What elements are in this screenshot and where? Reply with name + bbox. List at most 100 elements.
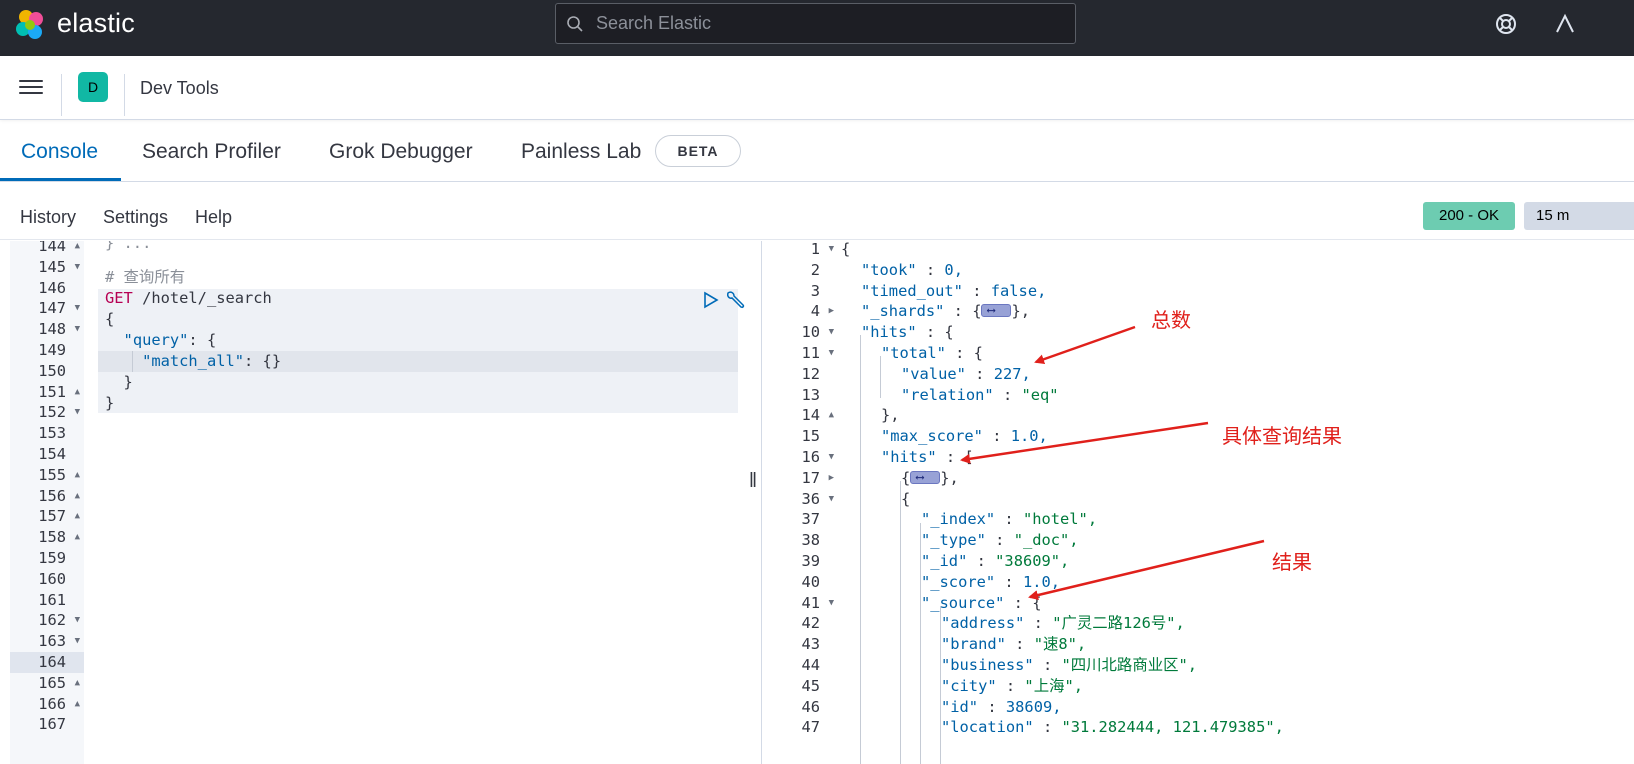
collapsed-fold-icon[interactable] <box>910 467 941 488</box>
console-toolbar: History Settings Help 200 - OK 15 m <box>0 182 1634 240</box>
fold-icon[interactable]: ▼ <box>829 241 834 260</box>
line-number: 40 <box>762 572 838 593</box>
settings-link[interactable]: Settings <box>103 207 168 228</box>
line-number: 154 <box>10 444 84 465</box>
beta-badge: BETA <box>655 135 741 167</box>
line-number-text: 11 <box>801 344 820 362</box>
json-key: "brand" <box>941 635 1006 654</box>
fold-icon[interactable]: ▼ <box>75 319 80 340</box>
line-number-text: 146 <box>38 278 66 297</box>
line-number-text: 39 <box>801 552 820 570</box>
fold-icon[interactable]: ▼ <box>829 343 834 364</box>
panel-resizer[interactable]: ‖ <box>748 470 758 500</box>
json-key: "id" <box>941 697 979 716</box>
fold-icon[interactable]: ▼ <box>75 257 80 278</box>
help-icon[interactable] <box>1494 12 1518 36</box>
fold-icon[interactable]: ▶ <box>829 301 834 322</box>
line-number-text: 151 <box>38 382 66 401</box>
line-number: 14 ▲ <box>762 405 838 426</box>
fold-icon[interactable]: ▲ <box>75 527 80 548</box>
fold-icon[interactable]: ▲ <box>75 241 80 257</box>
json-value: "速8", <box>1033 635 1087 654</box>
line-number: 13 <box>762 385 838 406</box>
json-value: "_doc", <box>1013 531 1079 550</box>
line-number-text: 166 <box>38 694 66 713</box>
line-number-text: 44 <box>801 656 820 674</box>
fold-icon[interactable]: ▼ <box>75 610 80 631</box>
fold-icon[interactable]: ▼ <box>829 593 834 614</box>
help-link[interactable]: Help <box>195 207 232 228</box>
json-line: }, <box>881 405 900 426</box>
line-number-text: 3 <box>810 281 820 300</box>
json-value: [ <box>964 448 974 466</box>
code-line: } <box>105 372 133 393</box>
json-key: "hits" <box>861 323 917 342</box>
fold-icon[interactable]: ▲ <box>829 405 834 426</box>
fold-icon[interactable]: ▲ <box>75 382 80 403</box>
json-key: "took" <box>861 260 917 279</box>
history-link[interactable]: History <box>20 207 76 228</box>
fold-icon[interactable]: ▼ <box>75 402 80 423</box>
json-key: "timed_out" <box>861 281 963 300</box>
tab-painless-lab[interactable]: Painless Lab <box>521 140 641 164</box>
fold-icon[interactable]: ▼ <box>75 298 80 319</box>
json-line: "value" : 227, <box>901 364 1031 385</box>
menu-toggle-button[interactable] <box>19 76 43 98</box>
json-punct: : <box>993 385 1022 404</box>
line-number: 150 <box>10 361 84 382</box>
line-number: 165 ▲ <box>10 673 84 694</box>
json-punct: : <box>962 281 991 300</box>
space-avatar[interactable]: D <box>78 72 108 102</box>
json-line: "_index" : "hotel", <box>921 509 1097 530</box>
run-request-icon[interactable] <box>703 291 719 309</box>
tab-grok-debugger[interactable]: Grok Debugger <box>329 140 473 164</box>
line-number: 42 <box>762 613 838 634</box>
breadcrumb-bar: D Dev Tools <box>0 56 1634 120</box>
fold-icon[interactable]: ▼ <box>75 631 80 652</box>
json-punct: : { <box>944 302 982 321</box>
json-line: "id" : 38609, <box>941 697 1062 718</box>
brace: } <box>123 373 133 391</box>
json-line: "brand" : "速8", <box>941 634 1086 655</box>
http-method: GET <box>105 289 133 307</box>
fold-icon[interactable]: ▶ <box>829 468 834 489</box>
fold-icon[interactable]: ▲ <box>75 465 80 486</box>
brace: } <box>105 394 115 412</box>
tab-console[interactable]: Console <box>21 140 98 164</box>
json-key: "_id" <box>921 552 968 570</box>
collapsed-fold-icon[interactable] <box>981 300 1012 321</box>
fold-icon[interactable]: ▼ <box>829 489 834 510</box>
json-punct: : { <box>916 323 954 342</box>
json-key: "max_score" <box>881 427 983 446</box>
json-line: "city" : "上海", <box>941 676 1083 697</box>
request-editor[interactable]: 144 ▲ 145 ▼ 146 147 ▼ 148 ▼ 149 150 151 ▲ 152 ▼ 153 154 1… <box>10 241 748 764</box>
json-line: "business" : "四川北路商业区", <box>941 655 1197 676</box>
annotation-result: 结果 <box>1272 550 1312 574</box>
fold-icon[interactable]: ▼ <box>829 322 834 343</box>
line-number: 39 <box>762 551 838 572</box>
fold-icon[interactable]: ▲ <box>75 506 80 527</box>
global-search[interactable] <box>555 3 1076 44</box>
hamburger-line <box>19 80 43 82</box>
elastic-logo-icon[interactable] <box>14 8 48 42</box>
line-number-text: 42 <box>801 614 820 633</box>
line-number: 38 <box>762 530 838 551</box>
wrench-icon[interactable] <box>725 290 747 310</box>
fold-icon[interactable]: ▲ <box>75 486 80 507</box>
newsfeed-icon[interactable] <box>1555 12 1575 36</box>
line-number-text: 163 <box>38 632 66 651</box>
json-line: "relation" : "eq" <box>901 385 1059 406</box>
fold-icon[interactable]: ▲ <box>75 694 80 715</box>
code-comment: # 查询所有 <box>105 267 185 288</box>
line-number-text: 45 <box>801 676 820 695</box>
line-number: 156 ▲ <box>10 486 84 507</box>
fold-icon[interactable]: ▲ <box>75 673 80 694</box>
tab-search-profiler[interactable]: Search Profiler <box>142 140 281 164</box>
search-input[interactable] <box>596 4 1066 43</box>
fold-icon[interactable]: ▼ <box>829 447 834 468</box>
brand-name[interactable]: elastic <box>57 8 135 39</box>
annotation-total: 总数 <box>1151 308 1191 332</box>
line-number: 148 ▼ <box>10 319 84 340</box>
line-number-text: 147 <box>38 299 66 318</box>
line-number: 12 <box>762 364 838 385</box>
